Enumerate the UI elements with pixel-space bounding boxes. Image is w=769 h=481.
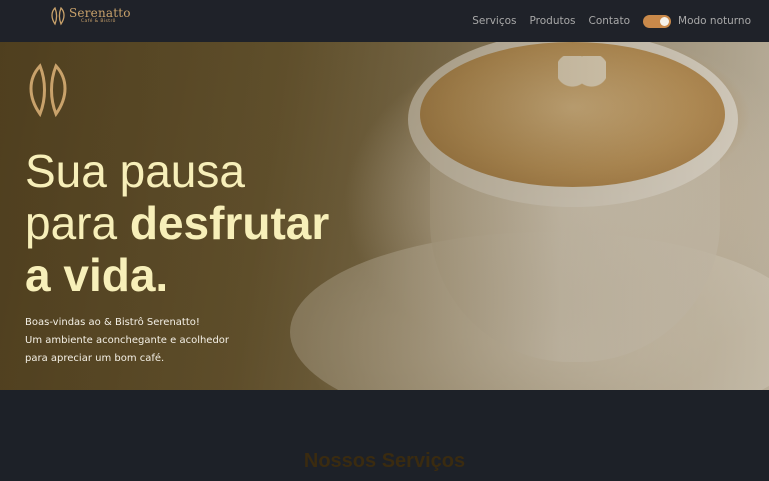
logo-subtitle: Café & Bistrô: [81, 19, 116, 25]
hero-description: Boas-vindas ao & Bistrô Serenatto! Um am…: [25, 314, 229, 368]
leaf-logo-icon: [51, 6, 65, 26]
hero-title-line2-regular: para: [25, 197, 130, 249]
nav-link-produtos[interactable]: Produtos: [530, 15, 576, 27]
leaf-emblem-icon: [29, 63, 67, 118]
hero-title-line3: a vida.: [25, 249, 169, 301]
hero-title: Sua pausa para desfrutar a vida.: [25, 145, 329, 301]
dark-mode-label: Modo noturno: [678, 15, 751, 27]
nav-link-servicos[interactable]: Serviços: [472, 15, 516, 27]
nav-link-contato[interactable]: Contato: [589, 15, 631, 27]
services-title: Nossos Serviços: [303, 450, 466, 472]
logo-name: Serenatto: [69, 6, 131, 21]
hero-title-line1: Sua pausa: [25, 145, 245, 197]
main-nav: Serviços Produtos Contato Modo noturno: [472, 0, 751, 42]
toggle-knob: [660, 16, 670, 26]
hero-desc-line1: Boas-vindas ao & Bistrô Serenatto!: [25, 317, 200, 328]
hero-desc-line3: para apreciar um bom café.: [25, 353, 165, 364]
hero-section: Sua pausa para desfrutar a vida. Boas-vi…: [0, 42, 769, 390]
hero-title-line2-bold: desfrutar: [129, 197, 330, 249]
logo[interactable]: Serenatto Café & Bistrô: [50, 6, 131, 26]
hero-desc-line2: Um ambiente aconchegante e acolhedor: [25, 335, 230, 346]
services-section: Nossos Serviços: [0, 390, 769, 481]
dark-mode-toggle[interactable]: [643, 14, 672, 28]
site-header: Serenatto Café & Bistrô Serviços Produto…: [0, 0, 769, 42]
